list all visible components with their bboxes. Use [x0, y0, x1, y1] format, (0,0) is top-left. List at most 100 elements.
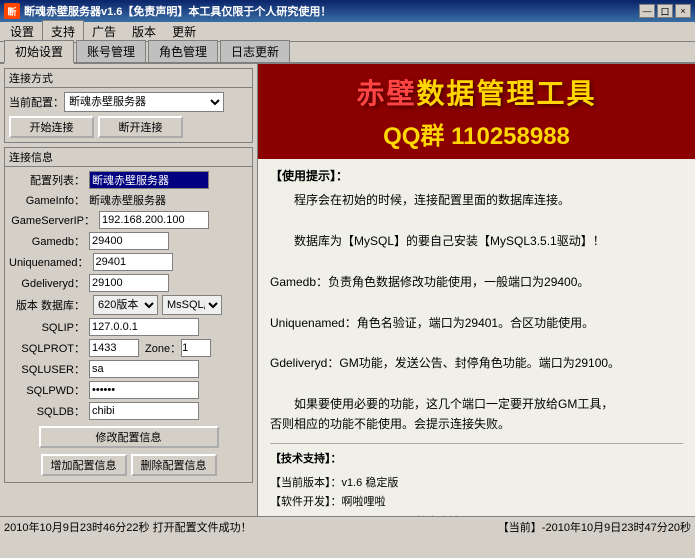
zone-input[interactable]: [181, 339, 211, 357]
restore-button[interactable]: 口: [657, 4, 673, 18]
info-section-content: 配置列表： GameInfo： 断魂赤壁服务器 GameServerIP： Ga…: [5, 167, 252, 482]
gameserver-label: GameServerIP：: [9, 212, 99, 228]
tip-line-3: Gamedb：负责角色数据修改功能使用，一般端口为29400。: [270, 272, 683, 292]
gamedb-row: Gamedb：: [9, 232, 248, 250]
connect-section-content: 当前配置： 断魂赤壁服务器 开始连接 断开连接: [5, 88, 252, 142]
version-select[interactable]: 620版本: [93, 295, 158, 315]
support-label-dev: 【软件开发】：: [270, 493, 342, 513]
tab-initial-settings[interactable]: 初始设置: [4, 40, 74, 64]
support-section: 【技术支持】： 【当前版本】： v1.6 稳定版 【软件开发】： 啊啦哩啦 【联…: [270, 450, 683, 516]
version-label: 版本 数据库：: [9, 297, 89, 313]
current-config-row: 当前配置： 断魂赤壁服务器: [9, 92, 248, 112]
gameserver-row: GameServerIP：: [9, 211, 248, 229]
delete-config-button[interactable]: 删除配置信息: [131, 454, 217, 476]
database-select[interactable]: MsSQL库: [162, 295, 222, 315]
uniquenamed-label: Uniquenamed：: [9, 254, 93, 270]
current-config-dropdown[interactable]: 断魂赤壁服务器: [64, 92, 224, 112]
tab-role-management[interactable]: 角色管理: [148, 40, 218, 62]
uniquenamed-input[interactable]: [93, 253, 173, 271]
support-row-version: 【当前版本】： v1.6 稳定版: [270, 474, 683, 494]
app-icon: 断: [4, 3, 20, 19]
modify-config-button[interactable]: 修改配置信息: [39, 426, 219, 448]
connect-section-title: 连接方式: [5, 69, 252, 88]
menu-update[interactable]: 更新: [164, 21, 204, 42]
window-title: 断魂赤壁服务器v1.6【免责声明】本工具仅限于个人研究使用！: [24, 3, 331, 19]
status-right: 【当前】-2010年10月9日23时47分20秒: [498, 519, 691, 535]
menu-version[interactable]: 版本: [124, 21, 164, 42]
add-delete-btn-row: 增加配置信息 删除配置信息: [9, 452, 248, 478]
add-config-button[interactable]: 增加配置信息: [41, 454, 127, 476]
gdeliveryd-row: Gdeliveryd：: [9, 274, 248, 292]
support-value-qq: 3315160（远程技术支持）: [340, 513, 471, 516]
tab-bar: 初始设置 账号管理 角色管理 日志更新: [0, 42, 695, 64]
tip-line-1: 程序会在初始的时候，连接配置里面的数据库连接。: [270, 190, 683, 210]
uniquenamed-row: Uniquenamed：: [9, 253, 248, 271]
gdeliveryd-label: Gdeliveryd：: [9, 275, 89, 291]
right-content: 【使用提示】： 程序会在初始的时候，连接配置里面的数据库连接。 数据库为【MyS…: [258, 159, 695, 516]
tip-line-7: 否则相应的功能不能使用。会提示连接失败。: [270, 414, 683, 434]
tip-section: 【使用提示】： 程序会在初始的时候，连接配置里面的数据库连接。 数据库为【MyS…: [270, 167, 683, 435]
main-container: 连接方式 当前配置： 断魂赤壁服务器 开始连接 断开连接 连接信息 配置列: [0, 64, 695, 516]
sqlprot-label: SQLPROT：: [9, 340, 89, 356]
support-label-version: 【当前版本】：: [270, 474, 342, 494]
sqldb-label: SQLDB：: [9, 403, 89, 419]
header-title-part1: 赤壁: [356, 78, 416, 109]
title-bar: 断 断魂赤壁服务器v1.6【免责声明】本工具仅限于个人研究使用！ — 口 ×: [0, 0, 695, 22]
support-row-dev: 【软件开发】： 啊啦哩啦: [270, 493, 683, 513]
header-title-part2: 数据管理工具: [417, 78, 597, 109]
sqlip-label: SQLIP：: [9, 319, 89, 335]
gdeliveryd-input[interactable]: [89, 274, 169, 292]
modify-btn-row: 修改配置信息: [9, 424, 248, 450]
title-buttons[interactable]: — 口 ×: [639, 4, 691, 18]
tip-line-6: 如果要使用必要的功能，这几个端口一定要开放给GM工具，: [270, 394, 683, 414]
gameserver-input[interactable]: [99, 211, 209, 229]
title-bar-left: 断 断魂赤壁服务器v1.6【免责声明】本工具仅限于个人研究使用！: [4, 3, 331, 19]
connect-buttons: 开始连接 断开连接: [9, 116, 248, 138]
config-list-row: 配置列表：: [9, 171, 248, 189]
tip-text: 程序会在初始的时候，连接配置里面的数据库连接。 数据库为【MySQL】的要自己安…: [270, 190, 683, 435]
gamedb-label: Gamedb：: [9, 233, 89, 249]
tab-account-management[interactable]: 账号管理: [76, 40, 146, 62]
stop-connect-button[interactable]: 断开连接: [98, 116, 183, 138]
gameinfo-label: GameInfo：: [9, 192, 89, 208]
sqlprot-input[interactable]: [89, 339, 139, 357]
tip-line-2: 数据库为【MySQL】的要自己安装【MySQL3.5.1驱动】！: [270, 231, 683, 251]
sqldb-input[interactable]: [89, 402, 199, 420]
tips-title: 【使用提示】：: [270, 167, 683, 186]
status-left: 2010年10月9日23时46分22秒 打开配置文件成功！: [4, 519, 498, 535]
version-row: 版本 数据库： 620版本 MsSQL库: [9, 295, 248, 315]
close-button[interactable]: ×: [675, 4, 691, 18]
support-row-qq: 【联系 QQ】： 3315160（远程技术支持）: [270, 513, 683, 516]
tip-line-4: Uniquenamed：角色名验证，端口为29401。合区功能使用。: [270, 313, 683, 333]
support-title: 【技术支持】：: [270, 450, 683, 470]
right-header: 赤壁数据管理工具 QQ群 110258988: [258, 64, 695, 159]
status-bar: 2010年10月9日23时46分22秒 打开配置文件成功！ 【当前】-2010年…: [0, 516, 695, 536]
right-header-title: 赤壁数据管理工具: [274, 72, 679, 112]
config-list-label: 配置列表：: [9, 172, 89, 188]
menu-ads[interactable]: 广告: [84, 21, 124, 42]
gameinfo-row: GameInfo： 断魂赤壁服务器: [9, 192, 248, 208]
zone-label: Zone：: [145, 340, 181, 356]
info-section-title: 连接信息: [5, 148, 252, 167]
sqlpwd-label: SQLPWD：: [9, 382, 89, 398]
menu-bar: 设置 支持 广告 版本 更新: [0, 22, 695, 42]
sqlpwd-input[interactable]: [89, 381, 199, 399]
current-config-label: 当前配置：: [9, 94, 64, 110]
sqlpwd-row: SQLPWD：: [9, 381, 248, 399]
start-connect-button[interactable]: 开始连接: [9, 116, 94, 138]
left-panel: 连接方式 当前配置： 断魂赤壁服务器 开始连接 断开连接 连接信息 配置列: [0, 64, 258, 516]
config-list-input[interactable]: [89, 171, 209, 189]
support-value-dev: 啊啦哩啦: [342, 493, 386, 513]
sqlip-row: SQLIP：: [9, 318, 248, 336]
gamedb-input[interactable]: [89, 232, 169, 250]
menu-settings[interactable]: 设置: [2, 21, 42, 42]
sqluser-input[interactable]: [89, 360, 199, 378]
sqluser-label: SQLUSER：: [9, 361, 89, 377]
sqlip-input[interactable]: [89, 318, 199, 336]
info-section: 连接信息 配置列表： GameInfo： 断魂赤壁服务器 GameServerI…: [4, 147, 253, 483]
sqluser-row: SQLUSER：: [9, 360, 248, 378]
divider: [270, 443, 683, 444]
minimize-button[interactable]: —: [639, 4, 655, 18]
tab-log-update[interactable]: 日志更新: [220, 40, 290, 62]
support-value-version: v1.6 稳定版: [342, 474, 399, 494]
